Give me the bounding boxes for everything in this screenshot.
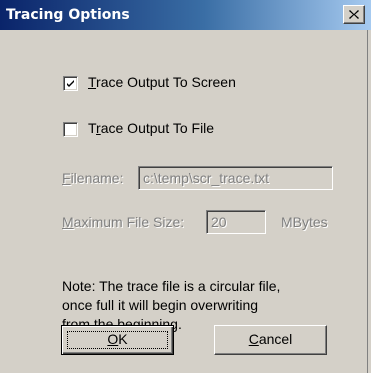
close-button[interactable] <box>343 5 365 24</box>
trace-screen-label: Trace Output To Screen <box>88 74 236 90</box>
filename-label: Filename: <box>62 170 124 186</box>
dialog-edge <box>367 30 371 373</box>
trace-screen-checkbox[interactable] <box>63 76 78 91</box>
checkmark-icon <box>67 80 74 87</box>
cancel-button[interactable]: Cancel <box>214 325 327 355</box>
cancel-label: Cancel <box>248 331 293 347</box>
max-file-size-field[interactable]: 20 <box>206 210 266 234</box>
title-bar: Tracing Options <box>0 0 371 30</box>
dialog-title: Tracing Options <box>6 7 130 23</box>
filename-field[interactable]: c:\temp\scr_trace.txt <box>138 166 333 190</box>
trace-file-checkbox[interactable] <box>63 122 78 137</box>
max-file-size-unit: MBytes <box>281 214 328 230</box>
max-file-size-label: Maximum File Size: <box>62 214 185 230</box>
note-line-2: once full it will begin overwriting <box>62 297 259 313</box>
note-line-1: Note: The trace file is a circular file, <box>62 278 281 294</box>
close-icon <box>349 10 359 19</box>
trace-file-label: Trace Output To File <box>88 120 215 136</box>
focus-ring <box>67 331 168 349</box>
dialog-body: Trace Output To Screen Trace Output To F… <box>0 30 371 373</box>
ok-button[interactable]: OK <box>61 325 174 355</box>
